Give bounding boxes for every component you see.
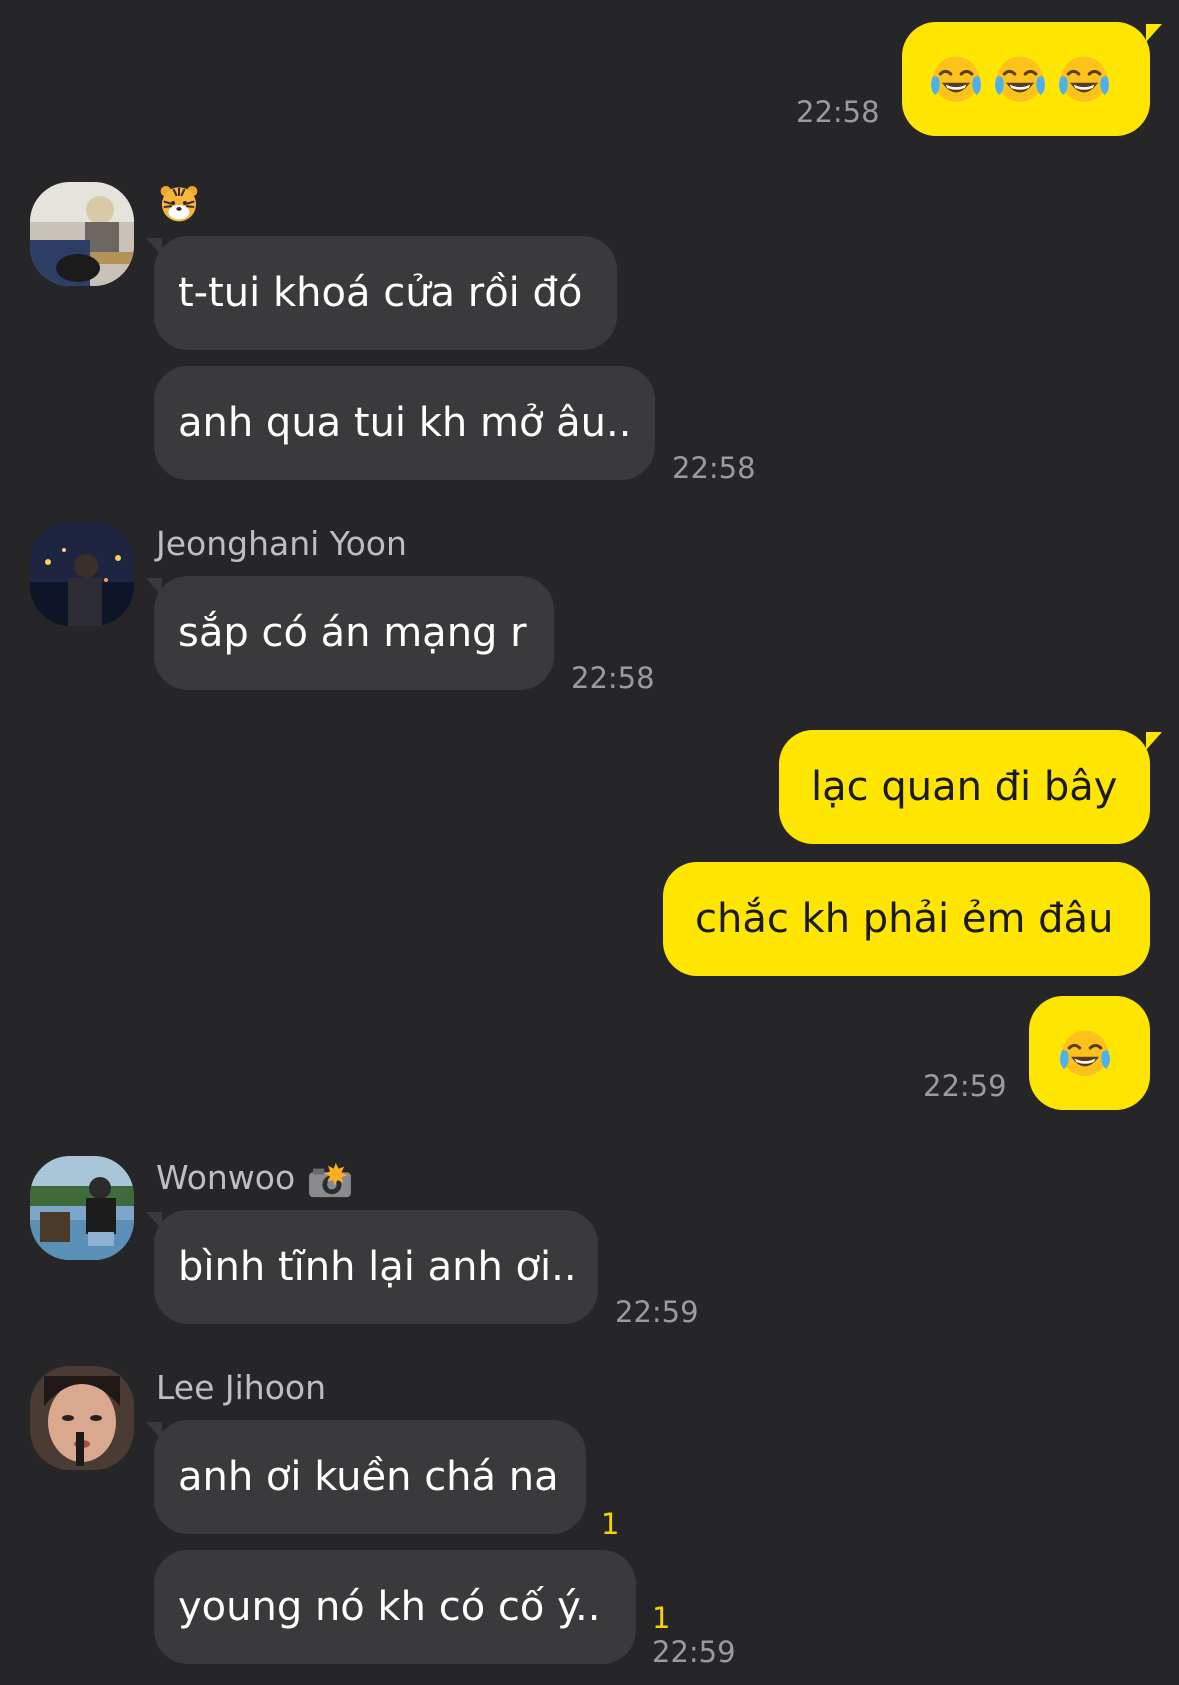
sender-name-text: Wonwoo: [156, 1158, 296, 1197]
avatar[interactable]: [30, 1366, 134, 1470]
message-timestamp: 22:59: [923, 1069, 1007, 1103]
message-timestamp: 22:59: [652, 1635, 736, 1669]
message-timestamp: 22:58: [571, 661, 655, 695]
avatar[interactable]: [30, 1156, 134, 1260]
bubble-tail: [1146, 24, 1162, 42]
message-timestamp: 22:58: [796, 95, 880, 129]
incoming-message[interactable]: t-tui khoá cửa rồi đó: [154, 236, 617, 350]
incoming-message[interactable]: young nó kh có cố ý..: [154, 1550, 636, 1664]
outgoing-emoji-bubble[interactable]: [1029, 996, 1150, 1110]
incoming-message[interactable]: bình tĩnh lại anh ơi..: [154, 1210, 598, 1324]
unread-count: 1: [601, 1507, 620, 1541]
outgoing-message[interactable]: lạc quan đi bây: [779, 730, 1150, 844]
message-timestamp: 22:59: [615, 1295, 699, 1329]
tiger-face-icon: [160, 185, 198, 222]
sender-name: Wonwoo: [156, 1160, 353, 1199]
unread-count: 1: [652, 1601, 671, 1635]
outgoing-emoji-bubble[interactable]: [902, 22, 1150, 136]
face-with-tears-of-joy-icon: [1057, 1027, 1113, 1083]
incoming-message[interactable]: anh qua tui kh mở âu..: [154, 366, 655, 480]
face-with-tears-of-joy-icon: [1056, 53, 1112, 109]
sender-name: Jeonghani Yoon: [156, 524, 407, 563]
avatar[interactable]: [30, 182, 134, 286]
camera-with-flash-icon: [309, 1162, 352, 1197]
message-timestamp: 22:58: [672, 451, 756, 485]
outgoing-message[interactable]: chắc kh phải ẻm đâu: [663, 862, 1150, 976]
incoming-message[interactable]: anh ơi kuền chá na: [154, 1420, 586, 1534]
avatar[interactable]: [30, 522, 134, 626]
sender-name: Lee Jihoon: [156, 1368, 327, 1407]
incoming-message[interactable]: sắp có án mạng r: [154, 576, 554, 690]
face-with-tears-of-joy-icon: [992, 53, 1048, 109]
face-with-tears-of-joy-icon: [928, 53, 984, 109]
bubble-tail: [1146, 732, 1162, 750]
